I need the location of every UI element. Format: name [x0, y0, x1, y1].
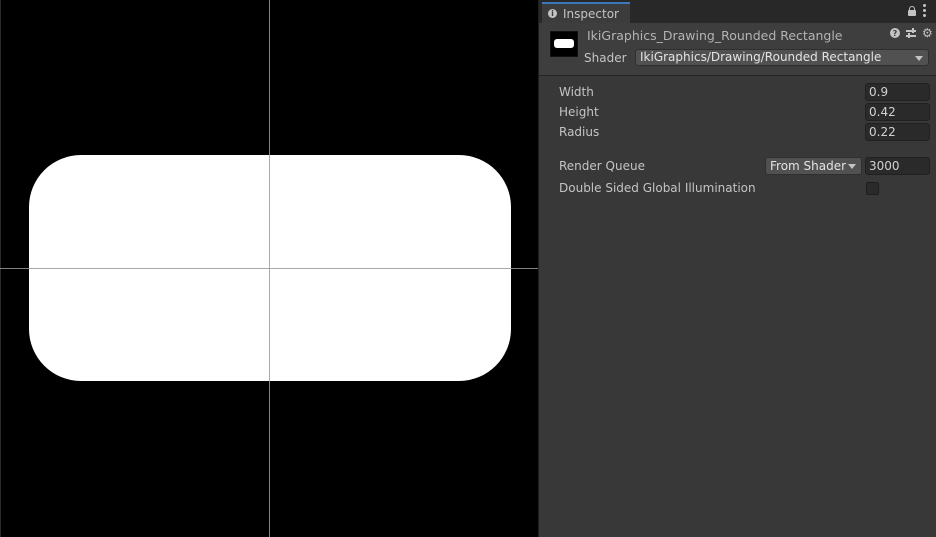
double-sided-gi-label: Double Sided Global Illumination: [559, 181, 756, 195]
info-icon: i: [548, 9, 557, 18]
render-queue-field[interactable]: 3000: [865, 157, 930, 175]
render-queue-mode-dropdown[interactable]: From Shader: [765, 157, 862, 175]
material-name: IkiGraphics_Drawing_Rounded Rectangle: [587, 28, 843, 43]
radius-label: Radius: [559, 125, 600, 139]
material-preview-thumbnail: [550, 31, 578, 57]
material-header: IkiGraphics_Drawing_Rounded Rectangle ? …: [539, 23, 936, 76]
shader-dropdown-value: IkiGraphics/Drawing/Rounded Rectangle: [640, 50, 882, 64]
tab-inspector[interactable]: i Inspector: [542, 2, 630, 23]
preset-sliders-icon[interactable]: [906, 28, 916, 38]
width-label: Width: [559, 85, 594, 99]
shader-label: Shader: [584, 51, 627, 65]
gear-icon[interactable]: ⚙: [922, 27, 933, 39]
render-queue-label: Render Queue: [559, 159, 645, 173]
height-label: Height: [559, 105, 599, 119]
render-queue-mode-value: From Shader: [770, 159, 847, 173]
kebab-menu-icon[interactable]: [923, 4, 926, 17]
lock-icon[interactable]: [908, 6, 916, 16]
inspector-panel: i Inspector IkiGraphics_Drawing_Rounded …: [538, 0, 936, 537]
width-field[interactable]: 0.9: [865, 83, 930, 101]
double-sided-gi-checkbox[interactable]: [866, 182, 879, 195]
dropdown-arrow-icon: [915, 56, 923, 61]
help-icon[interactable]: ?: [890, 28, 900, 38]
tab-inspector-label: Inspector: [563, 6, 619, 21]
inspector-tab-bar: i Inspector: [539, 0, 936, 23]
radius-field[interactable]: 0.22: [865, 123, 930, 141]
scene-preview[interactable]: [0, 0, 538, 537]
horizontal-axis-line: [0, 268, 538, 269]
shader-dropdown[interactable]: IkiGraphics/Drawing/Rounded Rectangle: [635, 49, 929, 66]
dropdown-arrow-icon: [848, 164, 856, 169]
height-field[interactable]: 0.42: [865, 103, 930, 121]
